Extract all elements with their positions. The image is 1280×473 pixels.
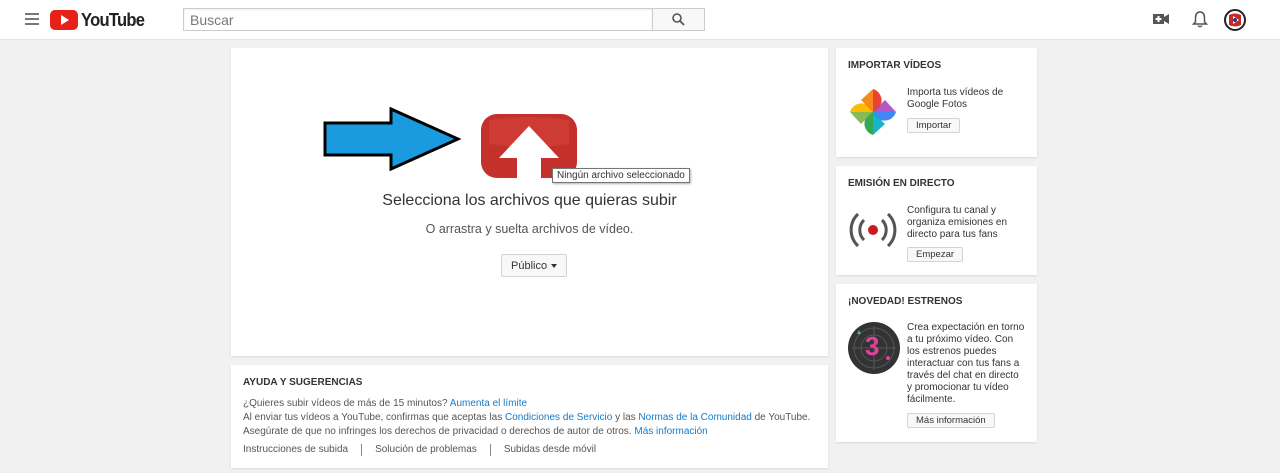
- file-tooltip: Ningún archivo seleccionado: [552, 168, 690, 183]
- troubleshooting-link[interactable]: Solución de problemas: [361, 444, 490, 456]
- notifications-bell-icon[interactable]: [1191, 10, 1209, 34]
- create-video-icon[interactable]: [1152, 10, 1170, 33]
- help-title: AYUDA Y SUGERENCIAS: [243, 377, 363, 388]
- premiere-title: ¡NOVEDAD! ESTRENOS: [848, 296, 963, 307]
- search-icon: [672, 13, 685, 26]
- search-button[interactable]: [652, 8, 705, 31]
- premiere-badge: 3: [865, 331, 880, 361]
- terms-of-service-link[interactable]: Condiciones de Servicio: [505, 412, 612, 423]
- logo-text: YouTube: [81, 9, 145, 30]
- import-title: IMPORTAR VÍDEOS: [848, 60, 942, 71]
- import-videos-panel: IMPORTAR VÍDEOS Importa tus vídeos de Go…: [836, 48, 1037, 157]
- help-line-terms: Al enviar tus vídeos a YouTube, confirma…: [243, 412, 811, 423]
- youtube-play-icon: [50, 10, 78, 30]
- menu-icon[interactable]: [25, 13, 39, 25]
- masthead: YouTube: [0, 0, 1280, 40]
- premiere-countdown-icon: 3: [848, 322, 900, 374]
- increase-limit-link[interactable]: Aumenta el límite: [450, 398, 527, 409]
- upload-title: Selecciona los archivos que quieras subi…: [382, 192, 677, 209]
- google-photos-icon: [850, 89, 896, 135]
- premiere-text: Crea expectación en torno a tu próximo v…: [907, 322, 1025, 405]
- mobile-uploads-link[interactable]: Subidas desde móvil: [489, 444, 609, 456]
- premieres-panel: ¡NOVEDAD! ESTRENOS 3 Crea expectación en…: [836, 284, 1037, 442]
- blue-arrow-annotation-icon: [323, 107, 461, 171]
- more-info-link[interactable]: Más información: [634, 426, 707, 437]
- live-broadcast-icon: [849, 212, 897, 248]
- caret-down-icon: [551, 263, 558, 268]
- search-bar: [183, 8, 705, 31]
- live-text: Configura tu canal y organiza emisiones …: [907, 205, 1008, 240]
- help-line-limit: ¿Quieres subir vídeos de más de 15 minut…: [243, 398, 528, 409]
- privacy-label: Público: [511, 259, 548, 272]
- search-input[interactable]: [183, 8, 652, 31]
- avatar[interactable]: [1224, 9, 1246, 31]
- import-text: Importa tus vídeos de Google Fotos: [907, 87, 1004, 110]
- help-links: Instrucciones de subida Solución de prob…: [243, 444, 609, 456]
- upload-panel: Ningún archivo seleccionado Selecciona l…: [231, 48, 828, 356]
- youtube-logo[interactable]: YouTube: [50, 9, 150, 31]
- live-title: EMISIÓN EN DIRECTO: [848, 178, 955, 189]
- privacy-dropdown[interactable]: Público: [501, 254, 568, 277]
- upload-subtitle: O arrastra y suelta archivos de vídeo.: [425, 222, 634, 236]
- help-panel: AYUDA Y SUGERENCIAS ¿Quieres subir vídeo…: [231, 365, 828, 468]
- live-streaming-panel: EMISIÓN EN DIRECTO Configura tu canal y …: [836, 166, 1037, 275]
- start-live-button[interactable]: Empezar: [907, 247, 964, 262]
- help-line-rights: Asegúrate de que no infringes los derech…: [243, 426, 708, 437]
- import-button[interactable]: Importar: [907, 118, 961, 133]
- upload-instructions-link[interactable]: Instrucciones de subida: [243, 444, 361, 456]
- community-guidelines-link[interactable]: Normas de la Comunidad: [638, 412, 751, 423]
- premiere-more-info-button[interactable]: Más información: [907, 413, 995, 428]
